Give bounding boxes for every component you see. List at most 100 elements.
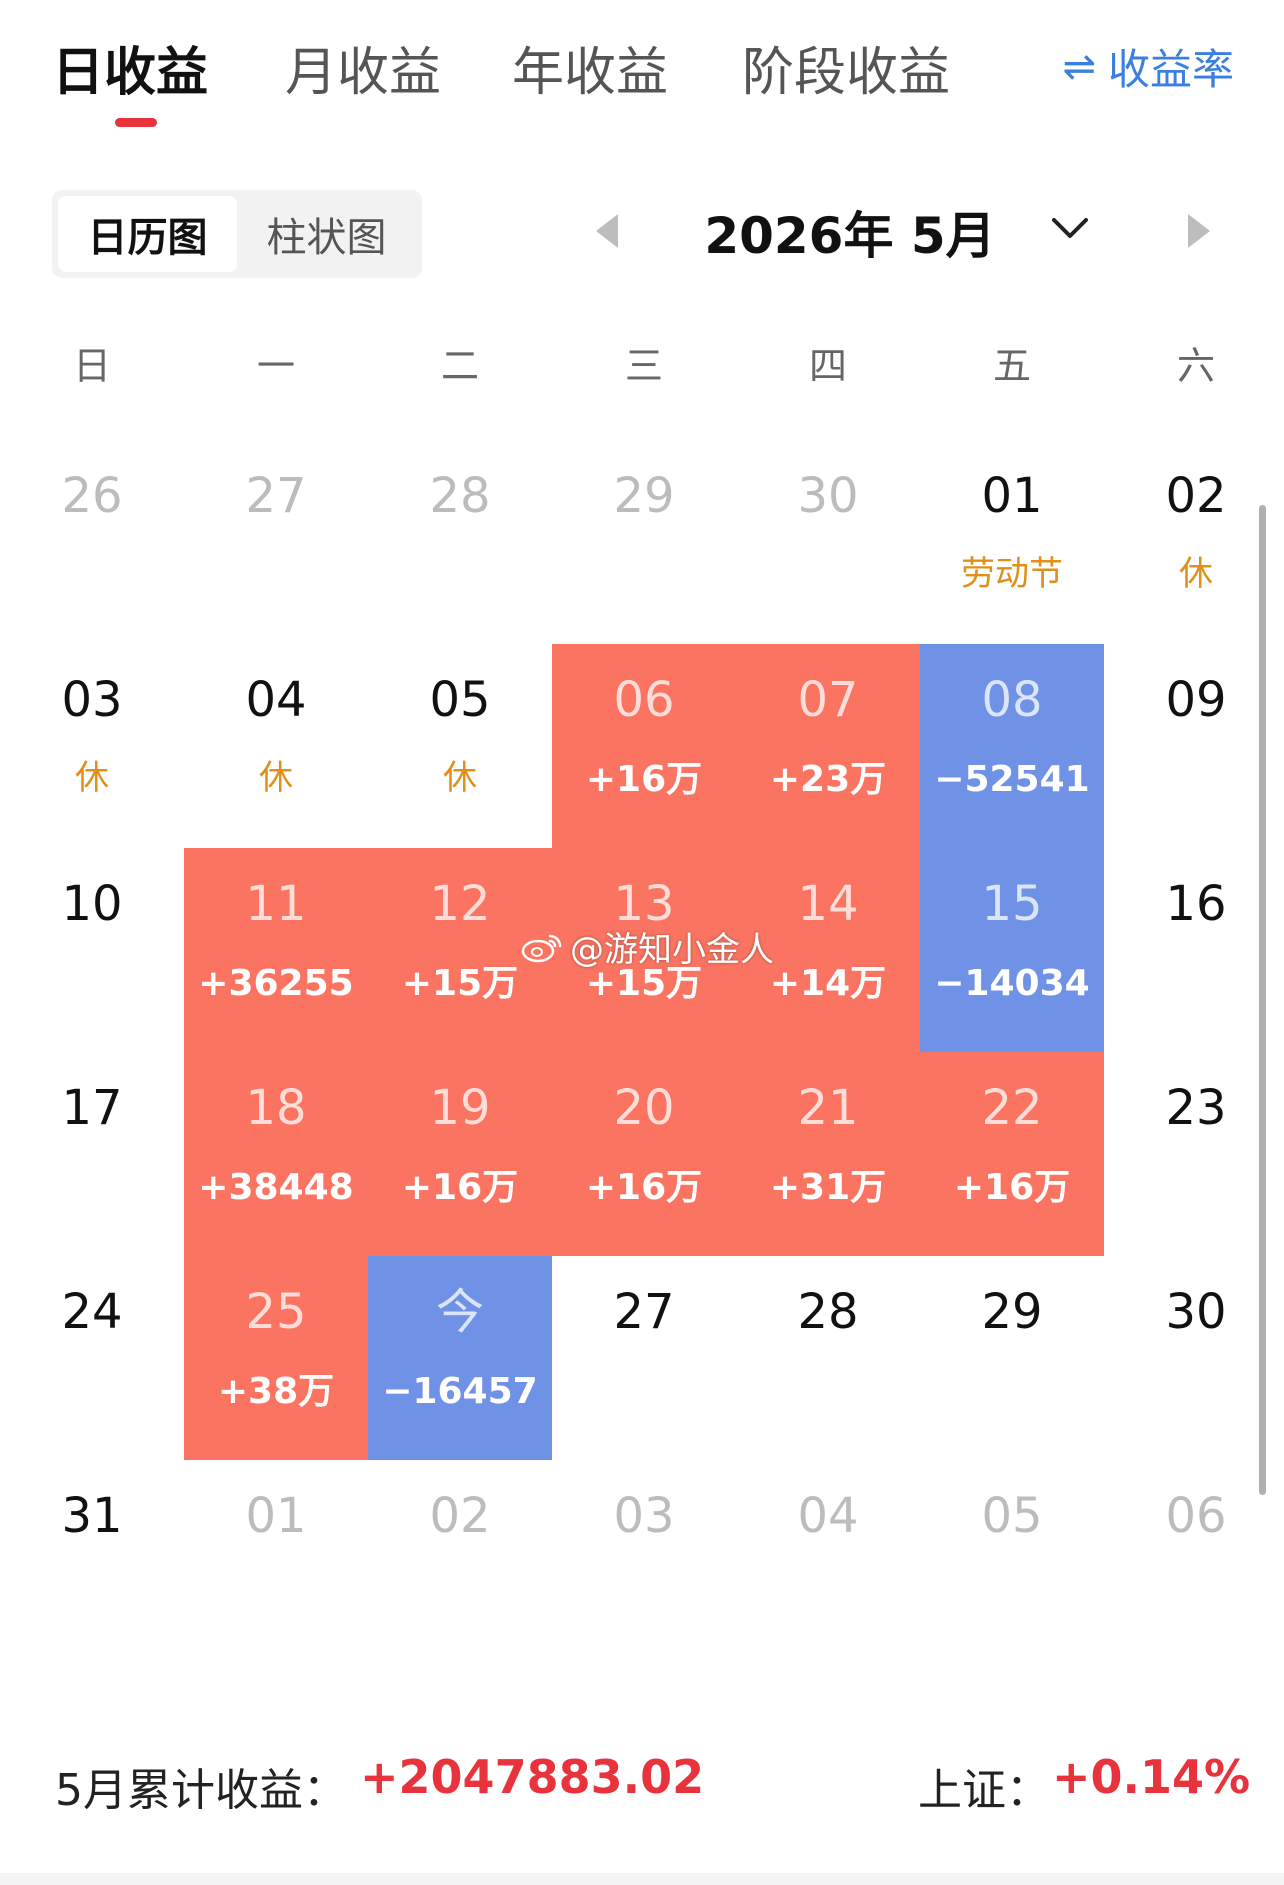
calendar-day[interactable]: 18 +38448 bbox=[184, 1052, 368, 1256]
day-number: 23 bbox=[1165, 1080, 1227, 1136]
calendar-day[interactable]: 29 bbox=[552, 440, 736, 644]
calendar-day[interactable]: 22 +16万 bbox=[920, 1052, 1104, 1256]
day-number: 24 bbox=[61, 1284, 123, 1340]
weekday-label: 四 bbox=[808, 344, 847, 388]
calendar-day[interactable]: 02 休 bbox=[1104, 440, 1284, 644]
calendar-day[interactable]: 25 +38万 bbox=[184, 1256, 368, 1460]
yield-rate-toggle[interactable]: ⇌ 收益率 bbox=[1062, 36, 1234, 97]
calendar-day[interactable]: 04 休 bbox=[184, 644, 368, 848]
calendar-day[interactable]: 03 bbox=[552, 1460, 736, 1664]
calendar-day[interactable]: 28 bbox=[368, 440, 552, 644]
daily-profit-value: +36255 bbox=[198, 963, 354, 1004]
day-number: 07 bbox=[797, 672, 859, 728]
calendar-day[interactable]: 30 bbox=[1104, 1256, 1284, 1460]
calendar-day[interactable]: 06 +16万 bbox=[552, 644, 736, 848]
index-value: +0.14% bbox=[1052, 1750, 1251, 1804]
holiday-label: 休 bbox=[443, 758, 477, 798]
calendar-view-button[interactable]: 日历图 bbox=[58, 196, 237, 272]
period-tabs: 日收益 月收益 年收益 阶段收益 ⇌ 收益率 bbox=[0, 0, 1284, 140]
weekday-label: 日 bbox=[72, 344, 111, 388]
tab-period[interactable]: 阶段收益 bbox=[742, 30, 950, 105]
daily-profit-value: −52541 bbox=[934, 759, 1090, 800]
calendar-day[interactable]: 06 bbox=[1104, 1460, 1284, 1664]
calendar-day[interactable]: 10 bbox=[0, 848, 184, 1052]
swap-arrows-icon: ⇌ bbox=[1062, 43, 1096, 90]
calendar-day[interactable]: 07 +23万 bbox=[736, 644, 920, 848]
tab-yearly[interactable]: 年收益 bbox=[512, 30, 668, 105]
day-number: 27 bbox=[245, 468, 307, 524]
tab-daily[interactable]: 日收益 bbox=[52, 30, 208, 105]
calendar-day[interactable]: 01 bbox=[184, 1460, 368, 1664]
summary-footer: 5月累计收益： +2047883.02 上证： +0.14% bbox=[0, 1740, 1284, 1820]
day-number: 18 bbox=[245, 1080, 307, 1136]
next-month-icon[interactable] bbox=[1188, 214, 1210, 248]
day-number: 今 bbox=[435, 1284, 484, 1340]
monthly-total-label: 5月累计收益： bbox=[55, 1765, 347, 1816]
calendar-day[interactable]: 23 bbox=[1104, 1052, 1284, 1256]
watermark-text: @游知小金人 bbox=[570, 930, 774, 970]
day-number: 27 bbox=[613, 1284, 675, 1340]
calendar-day[interactable]: 11 +36255 bbox=[184, 848, 368, 1052]
calendar-day[interactable]: 05 休 bbox=[368, 644, 552, 848]
day-number: 05 bbox=[981, 1488, 1043, 1544]
tab-monthly[interactable]: 月收益 bbox=[285, 30, 441, 105]
calendar-day[interactable]: 27 bbox=[552, 1256, 736, 1460]
daily-profit-value: +38万 bbox=[217, 1371, 335, 1412]
day-number: 09 bbox=[1165, 672, 1227, 728]
bottom-strip bbox=[0, 1873, 1284, 1885]
calendar-day[interactable]: 31 bbox=[0, 1460, 184, 1664]
calendar-day[interactable]: 05 bbox=[920, 1460, 1104, 1664]
daily-profit-value: +16万 bbox=[953, 1167, 1071, 1208]
calendar-day[interactable]: 28 bbox=[736, 1256, 920, 1460]
calendar-day[interactable]: 17 bbox=[0, 1052, 184, 1256]
daily-profit-value: +16万 bbox=[401, 1167, 519, 1208]
calendar-day[interactable]: 01 劳动节 bbox=[920, 440, 1104, 644]
calendar-day[interactable]: 08 −52541 bbox=[920, 644, 1104, 848]
calendar-day[interactable]: 15 −14034 bbox=[920, 848, 1104, 1052]
calendar-day[interactable]: 26 bbox=[0, 440, 184, 644]
scrollbar[interactable] bbox=[1259, 505, 1266, 1495]
view-switch: 日历图 柱状图 bbox=[52, 190, 422, 278]
calendar-day[interactable]: 24 bbox=[0, 1256, 184, 1460]
day-number: 25 bbox=[245, 1284, 307, 1340]
calendar-day[interactable]: 09 bbox=[1104, 644, 1284, 848]
month-title[interactable]: 2026年 5月 bbox=[640, 196, 1060, 268]
chevron-down-icon[interactable] bbox=[1050, 208, 1090, 248]
day-number: 10 bbox=[61, 876, 123, 932]
calendar-day[interactable]: 03 休 bbox=[0, 644, 184, 848]
weekday-label: 六 bbox=[1176, 344, 1215, 388]
prev-month-icon[interactable] bbox=[596, 214, 618, 248]
app-root: 日收益 月收益 年收益 阶段收益 ⇌ 收益率 日历图 柱状图 2026年 5月 … bbox=[0, 0, 1284, 1885]
day-number: 03 bbox=[61, 672, 123, 728]
holiday-label: 休 bbox=[259, 758, 293, 798]
day-number: 26 bbox=[61, 468, 123, 524]
day-number: 05 bbox=[429, 672, 491, 728]
daily-profit-value: +38448 bbox=[198, 1167, 354, 1208]
day-number: 30 bbox=[797, 468, 859, 524]
day-number: 16 bbox=[1165, 876, 1227, 932]
calendar-day[interactable]: 19 +16万 bbox=[368, 1052, 552, 1256]
watermark: @游知小金人 bbox=[520, 922, 774, 971]
day-number: 06 bbox=[613, 672, 675, 728]
weekday-label: 三 bbox=[624, 344, 663, 388]
holiday-label: 劳动节 bbox=[961, 554, 1063, 594]
bar-chart-view-button[interactable]: 柱状图 bbox=[237, 196, 416, 272]
daily-profit-value: +16万 bbox=[585, 759, 703, 800]
calendar-day[interactable]: 04 bbox=[736, 1460, 920, 1664]
calendar-day[interactable]: 30 bbox=[736, 440, 920, 644]
calendar-day[interactable]: 29 bbox=[920, 1256, 1104, 1460]
calendar-day[interactable]: 16 bbox=[1104, 848, 1284, 1052]
index-label: 上证： bbox=[918, 1765, 1050, 1816]
day-number: 02 bbox=[1165, 468, 1227, 524]
calendar-day[interactable]: 27 bbox=[184, 440, 368, 644]
day-number: 21 bbox=[797, 1080, 859, 1136]
day-number: 08 bbox=[981, 672, 1043, 728]
day-number: 11 bbox=[245, 876, 307, 932]
calendar-day-today[interactable]: 今 −16457 bbox=[368, 1256, 552, 1460]
calendar-day[interactable]: 02 bbox=[368, 1460, 552, 1664]
active-tab-indicator bbox=[115, 118, 157, 127]
daily-profit-value: −14034 bbox=[934, 963, 1090, 1004]
weekday-label: 一 bbox=[256, 344, 295, 388]
calendar-day[interactable]: 20 +16万 bbox=[552, 1052, 736, 1256]
calendar-day[interactable]: 21 +31万 bbox=[736, 1052, 920, 1256]
